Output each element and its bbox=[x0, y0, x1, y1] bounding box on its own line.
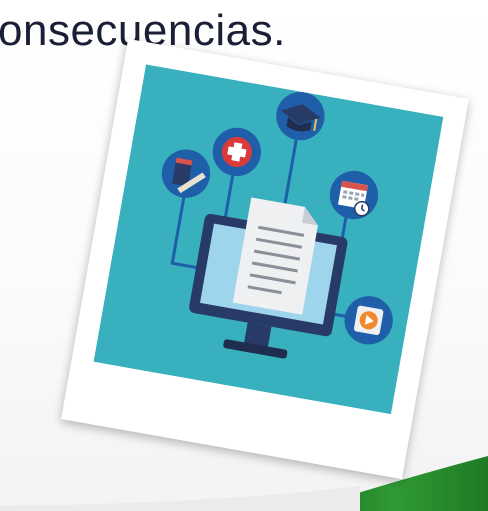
education-illustration bbox=[93, 64, 444, 415]
polaroid-photo bbox=[61, 38, 469, 480]
